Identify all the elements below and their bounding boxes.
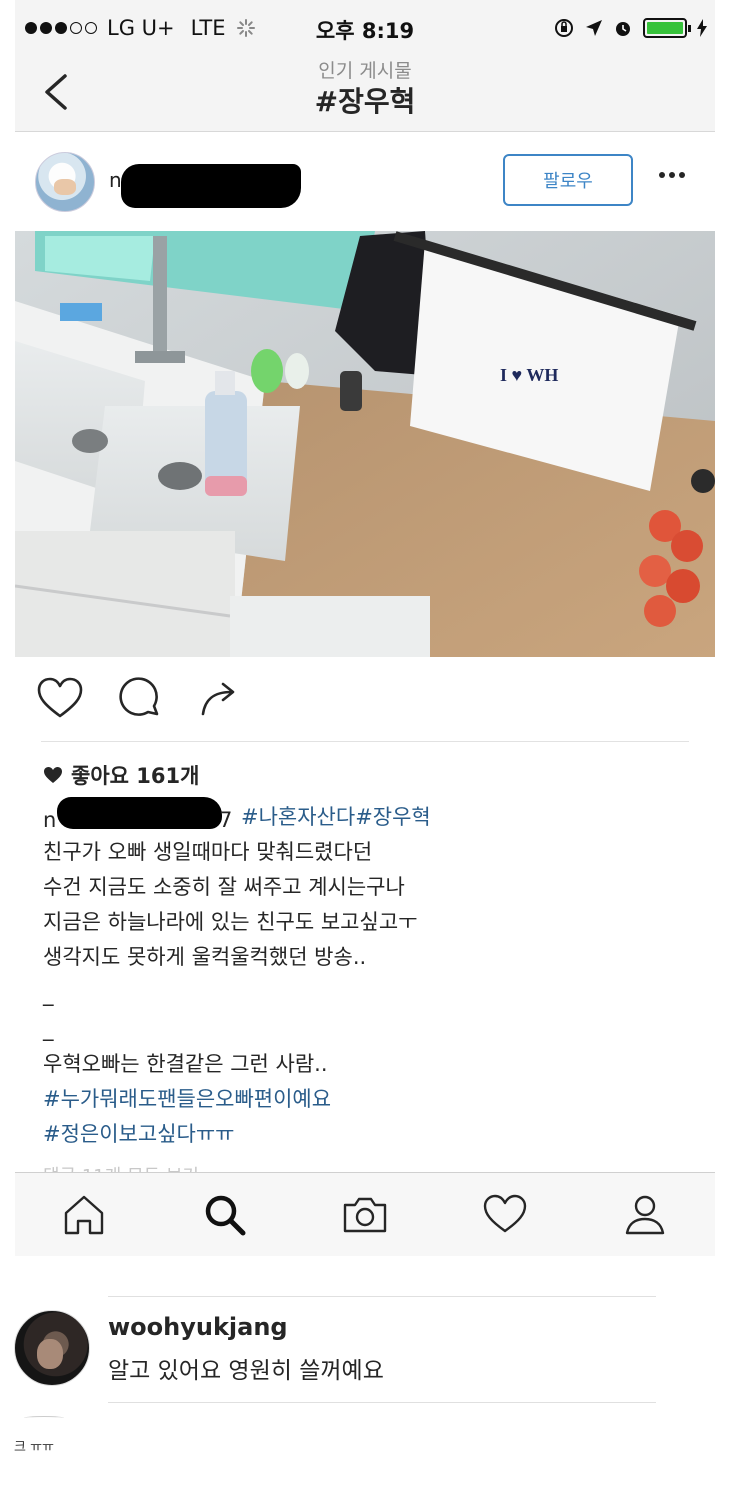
hashtag-link[interactable]: #정은이보고싶다ㅠㅠ <box>43 1117 693 1152</box>
hashtag-link[interactable]: #나혼자산다#장우혁 <box>241 805 431 829</box>
caption-first-line: n 7 #나혼자산다#장우혁 <box>43 797 693 835</box>
post-actions <box>35 674 695 730</box>
post-header: n 팔로우 <box>15 132 715 230</box>
search-icon[interactable] <box>201 1191 249 1239</box>
towel-print: I ♥ WH <box>500 365 558 385</box>
camera-icon[interactable] <box>341 1191 389 1239</box>
caption-line: _ <box>43 1017 54 1041</box>
caption-line: 수건 지금도 소중히 잘 써주고 계시는구나 <box>43 875 405 899</box>
rotation-lock-icon <box>555 19 573 37</box>
divider <box>41 741 689 742</box>
status-bar: LG U+ LTE 오후 8:19 <box>15 0 715 56</box>
comment-text: 알고 있어요 영원히 쓸꺼예요 <box>108 1358 384 1384</box>
bottom-tab-bar <box>15 1172 715 1256</box>
caption-line: _ <box>43 982 54 1006</box>
caption-line: 우혁오빠는 한결같은 그런 사람.. <box>43 1052 328 1076</box>
location-arrow-icon <box>586 20 602 36</box>
commenter-avatar[interactable] <box>14 1310 90 1386</box>
share-icon[interactable] <box>195 674 245 724</box>
redaction-mark <box>121 164 301 208</box>
page-subtitle: 인기 게시물 <box>318 60 412 82</box>
next-avatar-partial <box>24 1416 64 1420</box>
caption-username-tail: 7 <box>219 808 233 832</box>
divider <box>108 1402 656 1403</box>
like-count-text: 좋아요 161개 <box>71 764 200 788</box>
heart-icon[interactable] <box>35 674 85 724</box>
comment-icon[interactable] <box>115 674 165 724</box>
page-title: #장우혁 <box>314 85 416 118</box>
post-caption: n 7 #나혼자산다#장우혁 친구가 오빠 생일때마다 맞춰드렸다던 수건 지금… <box>43 797 693 1152</box>
post-username[interactable]: n <box>109 164 304 208</box>
instagram-screenshot: LG U+ LTE 오후 8:19 인기 게시물 #장우혁 n 팔로우 I ♥ … <box>15 0 715 1256</box>
alarm-icon <box>616 22 630 36</box>
commenter-username[interactable]: woohyukjang <box>108 1313 288 1341</box>
hashtag-link[interactable]: #누가뭐래도팬들은오빠편이예요 <box>43 1082 693 1117</box>
heart-icon[interactable] <box>481 1191 529 1239</box>
battery-icon <box>643 18 691 38</box>
navigation-bar: 인기 게시물 #장우혁 <box>15 56 715 132</box>
post-photo[interactable]: I ♥ WH <box>15 231 715 657</box>
home-icon[interactable] <box>60 1191 108 1239</box>
profile-icon[interactable] <box>621 1191 669 1239</box>
username-initial: n <box>109 168 122 192</box>
caption-line: 친구가 오빠 생일때마다 맞춰드렸다던 <box>43 840 373 864</box>
charging-bolt-icon <box>697 19 707 37</box>
more-options-icon[interactable] <box>659 172 685 178</box>
follow-button[interactable]: 팔로우 <box>503 154 633 206</box>
caption-line: 생각지도 못하게 울컥울컥했던 방송.. <box>43 945 367 969</box>
caption-username-initial: n <box>43 808 57 832</box>
redaction-mark <box>57 797 222 829</box>
caption-line: 지금은 하늘나라에 있는 친구도 보고싶고ㅜ <box>43 910 418 934</box>
caption-username[interactable]: n 7 <box>43 797 241 833</box>
heart-filled-icon <box>44 767 62 783</box>
footer-note: 크 ㅠㅠ <box>14 1440 55 1455</box>
avatar[interactable] <box>35 152 95 212</box>
divider <box>108 1296 656 1297</box>
like-count[interactable]: 좋아요 161개 <box>43 760 199 790</box>
